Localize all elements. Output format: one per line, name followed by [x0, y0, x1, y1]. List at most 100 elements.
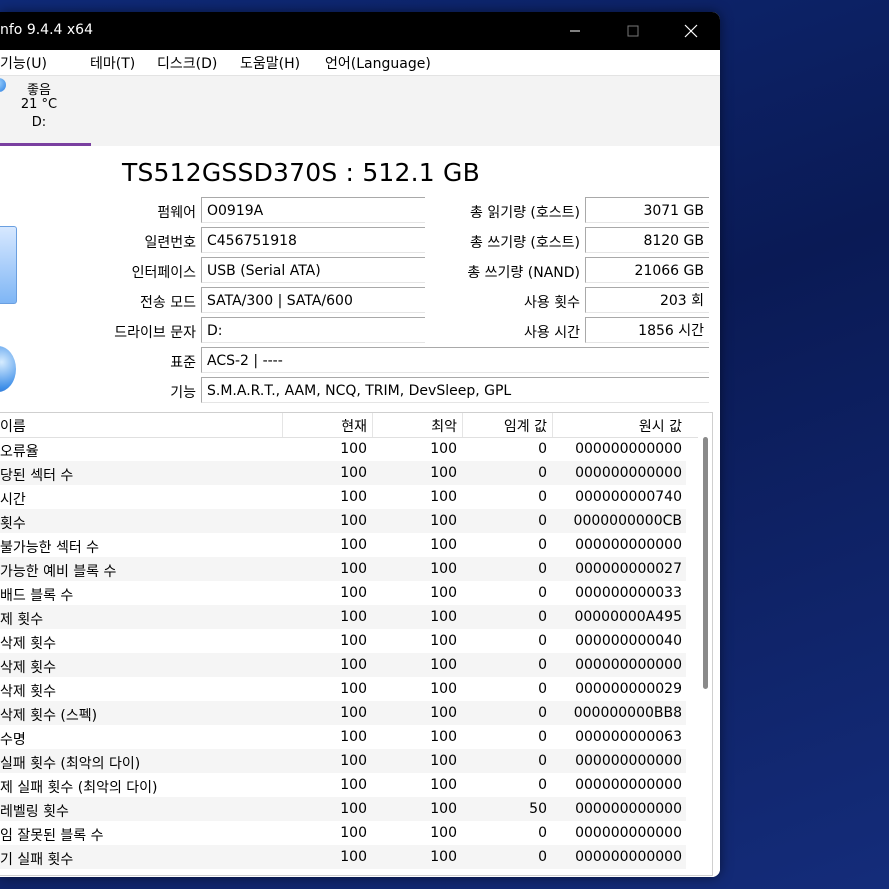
table-row[interactable]: 임 잘못된 블록 수 100 100 0 000000000000 — [0, 821, 686, 845]
table-row[interactable]: 수명 100 100 0 000000000063 — [0, 725, 686, 749]
attr-threshold: 0 — [538, 465, 547, 481]
temperature-indicator[interactable] — [0, 346, 16, 392]
attr-current: 100 — [340, 489, 367, 505]
attr-threshold: 0 — [538, 849, 547, 865]
column-divider — [282, 413, 283, 437]
table-row[interactable]: 레벨링 횟수 100 100 50 000000000000 — [0, 797, 686, 821]
attr-worst: 100 — [430, 849, 457, 865]
attr-threshold: 50 — [529, 801, 547, 817]
scrollbar-thumb[interactable] — [703, 437, 708, 689]
host-writes-label: 총 쓰기량 (호스트) — [470, 235, 580, 251]
table-row[interactable]: 배드 블록 수 100 100 0 000000000033 — [0, 581, 686, 605]
drive-model-title: TS512GSSD370S : 512.1 GB — [122, 158, 480, 187]
attr-name: 임 잘못된 블록 수 — [0, 828, 104, 844]
features-label: 기능 — [170, 385, 196, 401]
host-writes-value: 8120 GB — [585, 227, 709, 253]
attr-threshold: 0 — [538, 681, 547, 697]
table-row[interactable]: 실패 횟수 (최악의 다이) 100 100 0 000000000000 — [0, 749, 686, 773]
transfer-mode-label: 전송 모드 — [140, 295, 196, 311]
attr-current: 100 — [340, 585, 367, 601]
disk-selector-bar: 좋음 21 °C D: — [0, 75, 720, 148]
maximize-button[interactable] — [604, 12, 662, 50]
table-row[interactable]: 가능한 예비 블록 수 100 100 0 000000000027 — [0, 557, 686, 581]
smart-attributes-table[interactable]: 이름 현재 최악 임계 값 원시 값 오류율 100 100 0 00000000000… — [0, 412, 713, 876]
attr-raw: 000000000029 — [575, 681, 682, 697]
attr-raw: 000000000027 — [575, 561, 682, 577]
header-current[interactable]: 현재 — [290, 416, 367, 436]
attr-raw: 000000000000 — [575, 657, 682, 673]
menu-disk[interactable]: 디스크(D) — [157, 53, 217, 73]
disk-tab-temperature: 21 °C — [20, 97, 58, 112]
attr-worst: 100 — [430, 561, 457, 577]
attr-worst: 100 — [430, 537, 457, 553]
table-row[interactable]: 횟수 100 100 0 0000000000CB — [0, 509, 686, 533]
attr-name: 가능한 예비 블록 수 — [0, 564, 117, 580]
attr-current: 100 — [340, 537, 367, 553]
window-title: nfo 9.4.4 x64 — [0, 22, 93, 38]
attr-name: 실패 횟수 (최악의 다이) — [0, 756, 141, 772]
attr-name: 삭제 횟수 (스펙) — [0, 708, 98, 724]
close-button[interactable] — [662, 12, 720, 50]
attr-threshold: 0 — [538, 729, 547, 745]
disk-tab-d[interactable]: 좋음 21 °C D: — [0, 76, 91, 146]
attr-raw: 000000000000 — [575, 465, 682, 481]
attr-current: 100 — [340, 441, 367, 457]
table-row[interactable]: 삭제 횟수 100 100 0 000000000040 — [0, 629, 686, 653]
table-row[interactable]: 당된 섹터 수 100 100 0 000000000000 — [0, 461, 686, 485]
attr-current: 100 — [340, 729, 367, 745]
attr-current: 100 — [340, 609, 367, 625]
table-row[interactable]: 삭제 횟수 (스펙) 100 100 0 000000000BB8 — [0, 701, 686, 725]
header-name[interactable]: 이름 — [0, 416, 26, 436]
table-row[interactable]: 오류율 100 100 0 000000000000 — [0, 437, 686, 461]
table-row[interactable]: 삭제 횟수 100 100 0 000000000000 — [0, 653, 686, 677]
health-status-button[interactable] — [0, 226, 17, 304]
attr-raw: 00000000A495 — [574, 609, 682, 625]
menu-help[interactable]: 도움말(H) — [240, 53, 300, 73]
attr-worst: 100 — [430, 489, 457, 505]
attr-current: 100 — [340, 777, 367, 793]
firmware-value: O0919A — [201, 197, 425, 223]
attr-current: 100 — [340, 681, 367, 697]
main-panel: TS512GSSD370S : 512.1 GB 펌웨어 O0919A 일련번호… — [0, 146, 720, 877]
attr-worst: 100 — [430, 513, 457, 529]
serial-value: C456751918 — [201, 227, 425, 253]
table-row[interactable]: 기 실패 횟수 100 100 0 000000000000 — [0, 845, 686, 869]
menu-function[interactable]: 기능(U) — [0, 53, 47, 73]
minimize-button[interactable] — [546, 12, 604, 50]
table-row[interactable]: 제 횟수 100 100 0 00000000A495 — [0, 605, 686, 629]
attr-current: 100 — [340, 465, 367, 481]
attr-current: 100 — [340, 561, 367, 577]
menu-language[interactable]: 언어(Language) — [325, 53, 431, 73]
table-row[interactable]: 삭제 횟수 100 100 0 000000000029 — [0, 677, 686, 701]
interface-label: 인터페이스 — [131, 265, 196, 281]
attr-worst: 100 — [430, 729, 457, 745]
menu-theme[interactable]: 테마(T) — [90, 53, 135, 73]
attr-worst: 100 — [430, 441, 457, 457]
attr-worst: 100 — [430, 777, 457, 793]
table-row[interactable]: 제 실패 횟수 (최악의 다이) 100 100 0 000000000000 — [0, 773, 686, 797]
attr-name: 삭제 횟수 — [0, 684, 56, 700]
attr-raw: 000000000000 — [575, 825, 682, 841]
transfer-mode-value: SATA/300 | SATA/600 — [201, 287, 425, 313]
attr-name: 횟수 — [0, 516, 26, 532]
power-on-count-value: 203 회 — [585, 287, 709, 313]
table-row[interactable]: 시간 100 100 0 000000000740 — [0, 485, 686, 509]
table-header: 이름 현재 최악 임계 값 원시 값 — [0, 413, 700, 438]
attr-current: 100 — [340, 801, 367, 817]
header-threshold[interactable]: 임계 값 — [470, 416, 547, 436]
attr-current: 100 — [340, 825, 367, 841]
vertical-scrollbar[interactable] — [698, 413, 712, 875]
header-worst[interactable]: 최악 — [380, 416, 457, 436]
disk-tab-drive: D: — [31, 115, 47, 130]
attr-raw: 000000000033 — [575, 585, 682, 601]
attr-name: 삭제 횟수 — [0, 636, 56, 652]
attr-threshold: 0 — [538, 513, 547, 529]
interface-value: USB (Serial ATA) — [201, 257, 425, 283]
attr-threshold: 0 — [538, 705, 547, 721]
attr-worst: 100 — [430, 657, 457, 673]
attr-raw: 000000000740 — [575, 489, 682, 505]
title-bar[interactable]: nfo 9.4.4 x64 — [0, 12, 720, 50]
attr-current: 100 — [340, 633, 367, 649]
header-raw-value[interactable]: 원시 값 — [560, 416, 682, 436]
table-row[interactable]: 불가능한 섹터 수 100 100 0 000000000000 — [0, 533, 686, 557]
